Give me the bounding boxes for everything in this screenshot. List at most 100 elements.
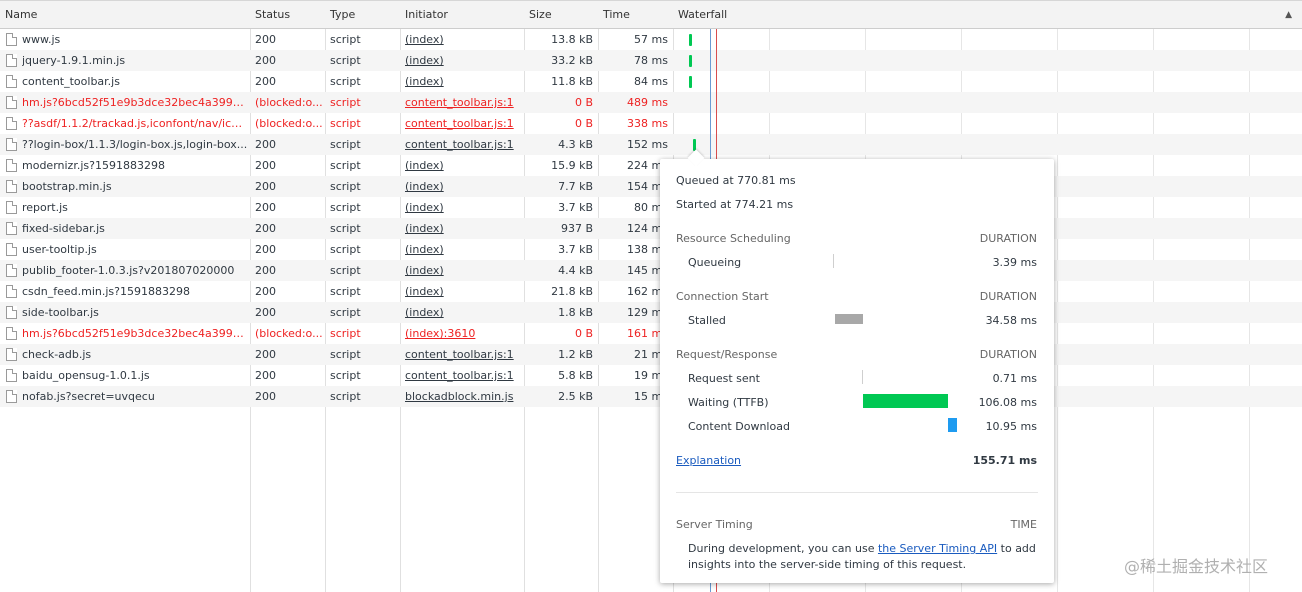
- request-status: 200: [255, 306, 276, 319]
- request-initiator-link[interactable]: (index): [405, 239, 523, 260]
- table-row[interactable]: www.js 200 script (index) 13.8 kB 57 ms: [0, 29, 1302, 50]
- request-initiator-link[interactable]: content_toolbar.js:1: [405, 92, 523, 113]
- file-icon: [6, 201, 17, 214]
- request-initiator-link[interactable]: content_toolbar.js:1: [405, 113, 523, 134]
- duration-heading: DURATION: [979, 348, 1037, 361]
- column-header-waterfall[interactable]: Waterfall: [673, 1, 727, 29]
- table-row[interactable]: modernizr.js?1591883298 200 script (index) 1…: [0, 155, 1302, 176]
- column-header-type[interactable]: Type: [325, 1, 355, 29]
- popover-divider: [676, 492, 1038, 493]
- request-initiator-link[interactable]: (index):3610: [405, 323, 523, 344]
- request-name[interactable]: hm.js?6bcd52f51e9b3dce32bec4a39977...: [22, 92, 248, 113]
- queueing-value: 3.39 ms: [992, 256, 1037, 269]
- request-initiator-link[interactable]: content_toolbar.js:1: [405, 344, 523, 365]
- table-row[interactable]: bootstrap.min.js 200 script (index) 7.7 kB 15…: [0, 176, 1302, 197]
- request-status: 200: [255, 159, 276, 172]
- section-request-response: Request/Response: [676, 348, 778, 361]
- request-initiator-link[interactable]: (index): [405, 302, 523, 323]
- request-name[interactable]: csdn_feed.min.js?1591883298: [22, 281, 248, 302]
- server-timing-description-line2: insights into the server-side timing of …: [688, 558, 967, 571]
- column-header-size[interactable]: Size: [524, 1, 552, 29]
- request-name[interactable]: ??login-box/1.1.3/login-box.js,login-box…: [22, 134, 248, 155]
- table-row[interactable]: baidu_opensug-1.0.1.js 200 script content_t…: [0, 365, 1302, 386]
- request-type: script: [330, 201, 361, 214]
- table-row[interactable]: fixed-sidebar.js 200 script (index) 937 B 124…: [0, 218, 1302, 239]
- request-status: 200: [255, 54, 276, 67]
- request-type: script: [330, 264, 361, 277]
- request-name[interactable]: report.js: [22, 197, 248, 218]
- waterfall-bar[interactable]: [689, 34, 692, 46]
- request-name[interactable]: modernizr.js?1591883298: [22, 155, 248, 176]
- table-row[interactable]: ??asdf/1.1.2/trackad.js,iconfont/nav/ico…: [0, 113, 1302, 134]
- request-rows: www.js 200 script (index) 13.8 kB 57 ms jquery…: [0, 29, 1302, 407]
- request-name[interactable]: publib_footer-1.0.3.js?v201807020000: [22, 260, 248, 281]
- request-size: 1.2 kB: [558, 348, 593, 361]
- request-initiator-link[interactable]: content_toolbar.js:1: [405, 365, 523, 386]
- waterfall-bar[interactable]: [689, 55, 692, 67]
- request-initiator-link[interactable]: (index): [405, 155, 523, 176]
- file-icon: [6, 96, 17, 109]
- request-initiator-link[interactable]: blockadblock.min.js: [405, 386, 523, 407]
- column-header-name[interactable]: Name: [0, 1, 37, 29]
- request-initiator-link[interactable]: (index): [405, 260, 523, 281]
- waterfall-bar[interactable]: [689, 76, 692, 88]
- column-header-time[interactable]: Time: [598, 1, 630, 29]
- request-time: 78 ms: [634, 54, 668, 67]
- request-initiator-link[interactable]: (index): [405, 218, 523, 239]
- column-header-initiator[interactable]: Initiator: [400, 1, 448, 29]
- table-row[interactable]: publib_footer-1.0.3.js?v201807020000 200 s…: [0, 260, 1302, 281]
- request-name[interactable]: side-toolbar.js: [22, 302, 248, 323]
- request-time: 57 ms: [634, 33, 668, 46]
- request-initiator-link[interactable]: (index): [405, 29, 523, 50]
- request-initiator-link[interactable]: (index): [405, 50, 523, 71]
- explanation-link[interactable]: Explanation: [676, 454, 741, 467]
- table-row[interactable]: ??login-box/1.1.3/login-box.js,login-box…: [0, 134, 1302, 155]
- request-name[interactable]: user-tooltip.js: [22, 239, 248, 260]
- request-name[interactable]: check-adb.js: [22, 344, 248, 365]
- file-icon: [6, 390, 17, 403]
- table-row[interactable]: report.js 200 script (index) 3.7 kB 80 ms: [0, 197, 1302, 218]
- table-row[interactable]: content_toolbar.js 200 script (index) 11.8 k…: [0, 71, 1302, 92]
- request-initiator-link[interactable]: (index): [405, 176, 523, 197]
- request-initiator-link[interactable]: (index): [405, 71, 523, 92]
- request-type: script: [330, 369, 361, 382]
- request-size: 7.7 kB: [558, 180, 593, 193]
- request-initiator-link[interactable]: content_toolbar.js:1: [405, 134, 523, 155]
- content-download-bar: [948, 418, 957, 432]
- section-resource-scheduling: Resource Scheduling: [676, 232, 791, 245]
- column-header-status[interactable]: Status: [250, 1, 290, 29]
- request-name[interactable]: nofab.js?secret=uvqecu: [22, 386, 248, 407]
- request-type: script: [330, 159, 361, 172]
- table-row[interactable]: user-tooltip.js 200 script (index) 3.7 kB 138…: [0, 239, 1302, 260]
- table-row[interactable]: jquery-1.9.1.min.js 200 script (index) 33.2 …: [0, 50, 1302, 71]
- table-row[interactable]: hm.js?6bcd52f51e9b3dce32bec4a39977... (bl…: [0, 92, 1302, 113]
- request-initiator-link[interactable]: (index): [405, 197, 523, 218]
- request-type: script: [330, 54, 361, 67]
- request-size: 13.8 kB: [551, 33, 593, 46]
- server-timing-api-link[interactable]: the Server Timing API: [878, 542, 997, 555]
- request-size: 0 B: [574, 96, 593, 109]
- request-name[interactable]: ??asdf/1.1.2/trackad.js,iconfont/nav/ico…: [22, 113, 248, 134]
- request-name[interactable]: jquery-1.9.1.min.js: [22, 50, 248, 71]
- request-name[interactable]: baidu_opensug-1.0.1.js: [22, 365, 248, 386]
- queueing-bar: [833, 254, 834, 268]
- request-type: script: [330, 33, 361, 46]
- table-row[interactable]: check-adb.js 200 script content_toolbar.js:…: [0, 344, 1302, 365]
- table-row[interactable]: nofab.js?secret=uvqecu 200 script blockadbl…: [0, 386, 1302, 407]
- request-name[interactable]: www.js: [22, 29, 248, 50]
- request-name[interactable]: fixed-sidebar.js: [22, 218, 248, 239]
- request-status: 200: [255, 369, 276, 382]
- request-sent-bar: [862, 370, 863, 384]
- request-name[interactable]: hm.js?6bcd52f51e9b3dce32bec4a39977...: [22, 323, 248, 344]
- file-icon: [6, 348, 17, 361]
- request-status: 200: [255, 33, 276, 46]
- request-status: (blocked:o...: [255, 96, 323, 109]
- table-row[interactable]: hm.js?6bcd52f51e9b3dce32bec4a39977... (bl…: [0, 323, 1302, 344]
- table-row[interactable]: side-toolbar.js 200 script (index) 1.8 kB 129…: [0, 302, 1302, 323]
- request-initiator-link[interactable]: (index): [405, 281, 523, 302]
- waiting-ttfb-bar: [863, 394, 948, 408]
- request-name[interactable]: bootstrap.min.js: [22, 176, 248, 197]
- sort-ascending-icon[interactable]: ▲: [1285, 1, 1292, 29]
- table-row[interactable]: csdn_feed.min.js?1591883298 200 script (ind…: [0, 281, 1302, 302]
- request-name[interactable]: content_toolbar.js: [22, 71, 248, 92]
